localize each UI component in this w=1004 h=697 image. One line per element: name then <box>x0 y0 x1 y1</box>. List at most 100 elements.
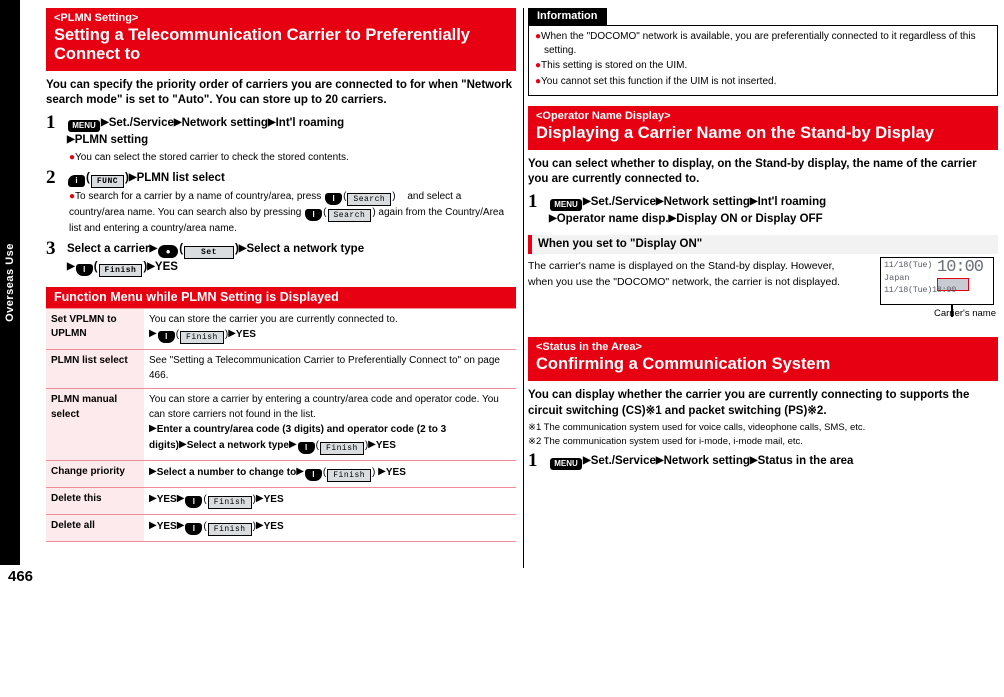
left-column: <PLMN Setting> Setting a Telecommunicati… <box>46 8 516 542</box>
arrow-icon: ▶ <box>149 519 157 531</box>
arrow-icon: ▶ <box>378 465 386 477</box>
finish-softkey-label: Finish <box>327 468 372 482</box>
arrow-icon: ▶ <box>288 438 297 450</box>
table-cell-description: ▶YES▶ l(Finish)▶YES <box>144 514 516 542</box>
information-item: ●When the "DOCOMO" network is available,… <box>535 30 991 58</box>
step-1-part-3: Int'l roaming <box>275 116 345 129</box>
table-cell-item: Delete this <box>46 487 144 515</box>
step-1-note: ●You can select the stored carrier to ch… <box>67 151 516 165</box>
section-header-main: Confirming a Communication System <box>536 355 831 374</box>
arrow-icon: ▶ <box>149 492 157 504</box>
page-number: 466 <box>8 568 34 585</box>
step-1-note-text: You can select the stored carrier to che… <box>75 151 349 163</box>
display-on-block: The carrier's name is displayed on the S… <box>528 257 998 331</box>
step-part-3: Int'l roaming <box>757 195 827 208</box>
arrow-icon: ▶ <box>149 328 157 340</box>
standby-screen-mock: 11/18(Tue) 10:00 Japan 11/18(Tue)18:00 C… <box>880 257 998 320</box>
table-row: Delete this ▶YES▶ l(Finish)▶YES <box>46 487 516 515</box>
status-area-footnote-1: ※1 The communication system used for voi… <box>528 422 866 434</box>
l-key-icon: l <box>185 522 203 535</box>
information-block: Information ●When the "DOCOMO" network i… <box>528 8 998 96</box>
display-on-body: The carrier's name is displayed on the S… <box>528 260 841 288</box>
l-key-icon: l <box>304 468 322 481</box>
information-item: ●This setting is stored on the UIM. <box>535 59 991 73</box>
step-number: 1 <box>528 450 538 472</box>
step-1: 1 MENU ▶Set./Service▶Network setting▶Int'… <box>46 112 516 165</box>
information-title: Information <box>528 8 607 25</box>
table-cell-item: PLMN manual select <box>46 388 144 461</box>
step-1-part-2: Network setting <box>181 116 268 129</box>
step-3-text-b: Select a network type <box>246 242 365 255</box>
information-item-text: You cannot set this function if the UIM … <box>541 75 777 87</box>
arrow-icon: ▶ <box>368 438 376 450</box>
row-2-desc: You can store a carrier by entering a co… <box>149 394 499 420</box>
step-body: MENU ▶Set./Service▶Network setting▶Status… <box>549 453 998 471</box>
row-5-desc4: YES <box>263 520 284 532</box>
table-cell-description: You can store the carrier you are curren… <box>144 307 516 351</box>
arrow-icon: ▶ <box>749 195 758 207</box>
finish-softkey-label: Finish <box>180 331 224 345</box>
section-header-main: Displaying a Carrier Name on the Stand-b… <box>536 123 934 142</box>
step-2-action: PLMN list select <box>136 171 225 184</box>
set-softkey-label: Set <box>184 245 234 259</box>
row-0-desc: You can store the carrier you are curren… <box>149 313 398 325</box>
step-body: MENU ▶Set./Service▶Network setting▶Int'l … <box>549 194 998 228</box>
menu-key-icon: MENU <box>68 119 100 132</box>
table-cell-description: ▶YES▶ l(Finish)▶YES <box>144 487 516 515</box>
arrow-icon: ▶ <box>655 455 664 467</box>
step-3-text-a: Select a carrier <box>67 242 150 255</box>
arrow-icon: ▶ <box>176 519 185 531</box>
carrier-name-caption: Carrier's name <box>934 308 996 320</box>
row-4-desc2: YES <box>156 493 177 505</box>
table-row: Change priority ▶Select a number to chan… <box>46 460 516 488</box>
arrow-icon: ▶ <box>147 260 155 272</box>
finish-softkey-label: Finish <box>207 522 252 536</box>
center-key-icon: ● <box>158 244 179 258</box>
status-area-footnote-2: ※2 The communication system used for i-m… <box>528 435 803 447</box>
search-softkey-label: Search <box>347 192 392 206</box>
operator-name-step-1: 1 MENU ▶Set./Service▶Network setting▶Int'… <box>528 190 998 228</box>
step-part-3: Status in the area <box>757 455 854 468</box>
section-header-main: Setting a Telecommunication Carrier to P… <box>54 26 470 63</box>
arrow-icon: ▶ <box>583 455 591 467</box>
step-part-2: Network setting <box>663 455 750 468</box>
step-2-number: 2 <box>46 166 56 188</box>
func-softkey-label: FUNC <box>90 174 125 188</box>
arrow-icon: ▶ <box>228 328 236 340</box>
row-3-desc4: YES <box>385 466 406 478</box>
row-3-desc2: Select a number to change to <box>156 466 297 478</box>
step-part-2: Network setting <box>663 195 750 208</box>
step-3: 3 Select a carrier▶ ●(Set)▶Select a netwo… <box>46 237 516 277</box>
intro-paragraph: You can specify the priority order of ca… <box>46 78 512 107</box>
l-key-icon: l <box>305 208 323 221</box>
function-menu-title: Function Menu while PLMN Setting is Disp… <box>46 286 516 308</box>
row-5-desc2: YES <box>156 520 177 532</box>
step-part-4: Operator name disp. <box>556 212 669 225</box>
l-key-icon: l <box>157 331 175 344</box>
step-3-text-c: YES <box>154 260 178 273</box>
operator-name-intro: You can select whether to display, on th… <box>528 157 977 186</box>
i-key-icon: i <box>68 174 85 187</box>
right-column: Information ●When the "DOCOMO" network i… <box>528 8 998 475</box>
function-menu-table: Set VPLMN to UPLMN You can store the car… <box>46 307 516 542</box>
table-row: Delete all ▶YES▶ l(Finish)▶YES <box>46 514 516 542</box>
step-1-body: MENU ▶Set./Service▶Network setting▶Int'l … <box>67 115 516 149</box>
finish-softkey-label: Finish <box>320 441 364 455</box>
status-area-step-1: 1 MENU ▶Set./Service▶Network setting▶Stat… <box>528 450 998 472</box>
arrow-icon: ▶ <box>267 116 276 128</box>
arrow-icon: ▶ <box>173 116 182 128</box>
arrow-icon: ▶ <box>583 195 591 207</box>
l-key-icon: l <box>325 192 343 205</box>
step-number: 1 <box>528 190 538 212</box>
finish-softkey-label: Finish <box>207 495 252 509</box>
arrow-icon: ▶ <box>149 423 157 435</box>
lcd-local-time: 11/18(Tue)18:00 <box>884 285 957 296</box>
arrow-icon: ▶ <box>149 465 157 477</box>
l-key-icon: l <box>75 263 93 276</box>
table-row: Set VPLMN to UPLMN You can store the car… <box>46 307 516 351</box>
step-3-number: 3 <box>46 237 56 259</box>
step-2: 2 i(FUNC)▶PLMN list select ●To search fo… <box>46 166 516 236</box>
row-2-desc4: YES <box>375 439 396 451</box>
information-item: ●You cannot set this function if the UIM… <box>535 75 991 89</box>
phone-lcd: 11/18(Tue) 10:00 Japan 11/18(Tue)18:00 <box>880 257 994 318</box>
